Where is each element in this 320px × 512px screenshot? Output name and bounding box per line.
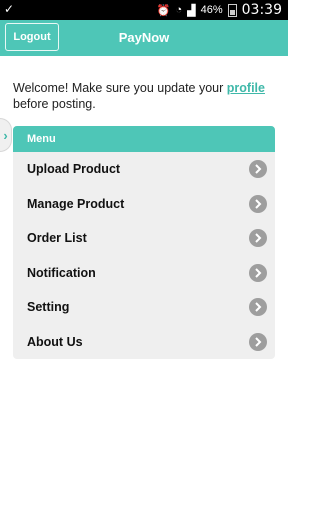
- menu-item-label: Order List: [27, 231, 87, 246]
- chevron-right-icon: [249, 332, 267, 351]
- chevron-right-icon: [249, 298, 267, 317]
- chevron-right-icon: [249, 160, 267, 179]
- alarm-icon: ⏰: [156, 4, 171, 17]
- menu-item-manage-product[interactable]: Manage Product: [13, 187, 275, 222]
- chevron-right-icon: [249, 263, 267, 282]
- menu-item-order-list[interactable]: Order List: [13, 221, 275, 256]
- battery-percent: 46%: [200, 4, 223, 16]
- battery-icon: [227, 3, 237, 17]
- menu-item-label: About Us: [27, 334, 83, 349]
- menu-panel: Menu Upload Product Manage Product Order…: [13, 126, 275, 359]
- welcome-message: Welcome! Make sure you update your profi…: [13, 80, 281, 112]
- welcome-text-end: before posting.: [13, 97, 96, 111]
- chevron-right-icon: [249, 229, 267, 248]
- clock: 03:39: [241, 2, 282, 18]
- welcome-text: Welcome! Make sure you update your: [13, 81, 227, 95]
- menu-item-notification[interactable]: Notification: [13, 256, 275, 291]
- menu-title: Menu: [13, 126, 275, 152]
- logout-button[interactable]: Logout: [5, 23, 59, 51]
- signal-icon: ▟: [187, 4, 196, 17]
- drawer-handle[interactable]: ›: [0, 118, 12, 152]
- wifi-icon: ◔: [175, 4, 183, 16]
- app-header: Logout PayNow: [0, 20, 288, 56]
- menu-item-about-us[interactable]: About Us: [13, 325, 275, 360]
- menu-item-setting[interactable]: Setting: [13, 290, 275, 325]
- menu-item-label: Upload Product: [27, 162, 121, 177]
- menu-item-upload-product[interactable]: Upload Product: [13, 152, 275, 187]
- profile-link[interactable]: profile: [227, 81, 265, 95]
- download-icon: ✓: [4, 2, 15, 16]
- status-bar: ✓ ⏰ ◔ ▟ 46% 03:39: [0, 0, 288, 20]
- menu-item-label: Setting: [27, 300, 70, 315]
- menu-item-label: Manage Product: [27, 196, 125, 211]
- chevron-right-icon: [249, 194, 267, 213]
- chevron-right-icon: ›: [3, 127, 8, 143]
- menu-item-label: Notification: [27, 265, 96, 280]
- status-icons: ⏰ ◔ ▟ 46% 03:39: [157, 2, 282, 18]
